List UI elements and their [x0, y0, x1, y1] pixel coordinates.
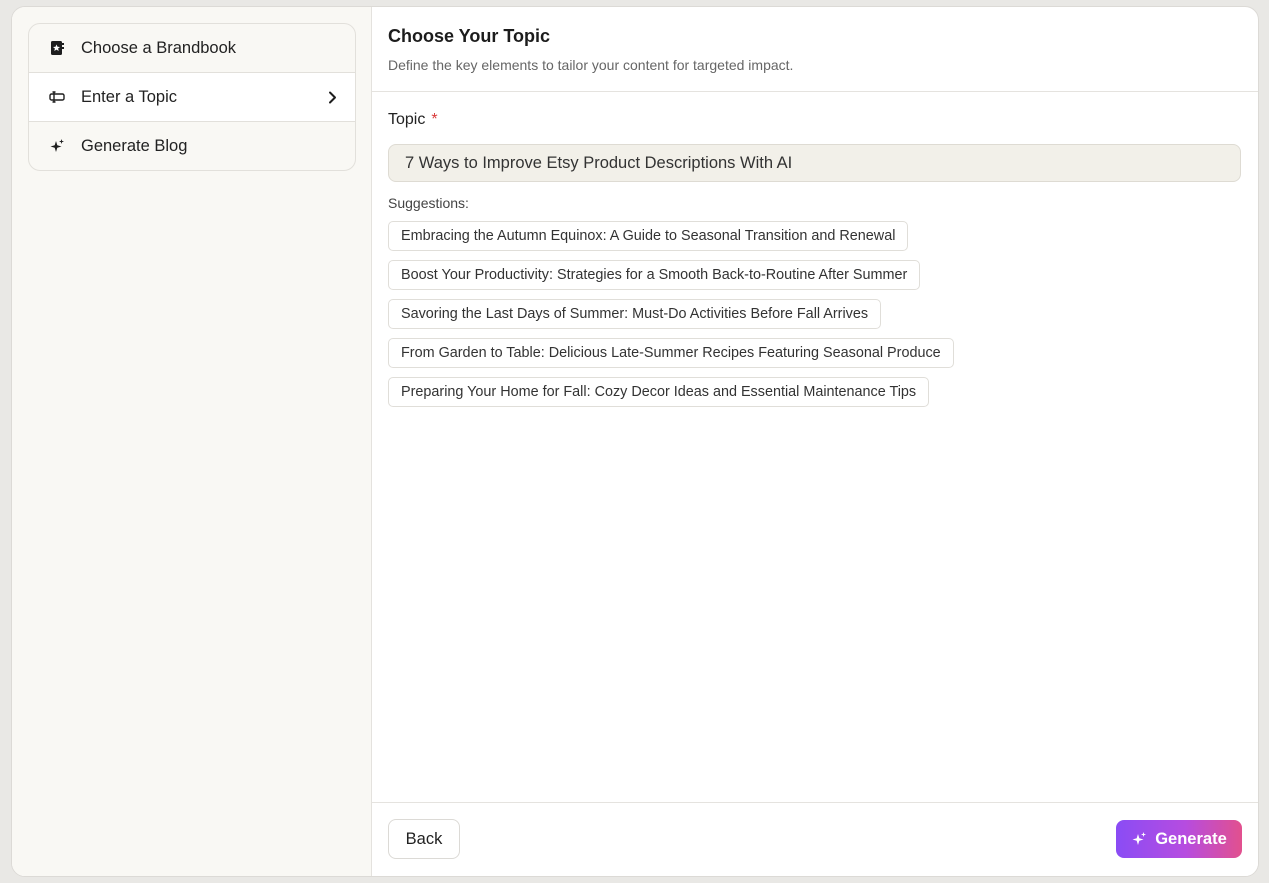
back-button[interactable]: Back	[388, 819, 460, 859]
step-enter-topic[interactable]: Enter a Topic	[29, 72, 355, 121]
panel-header: Choose Your Topic Define the key element…	[372, 7, 1258, 92]
step-label: Choose a Brandbook	[81, 38, 237, 57]
app-window: Choose a Brandbook Enter a Topic Generat…	[11, 6, 1259, 877]
main-panel: Choose Your Topic Define the key element…	[372, 7, 1258, 876]
panel-footer: Back Generate	[372, 802, 1258, 876]
topic-label: Topic *	[388, 111, 438, 129]
suggestion-chip[interactable]: Boost Your Productivity: Strategies for …	[388, 260, 921, 290]
topic-label-text: Topic	[388, 111, 426, 128]
suggestion-chip[interactable]: Savoring the Last Days of Summer: Must-D…	[388, 299, 882, 329]
topic-input[interactable]	[388, 144, 1241, 182]
step-choose-brandbook[interactable]: Choose a Brandbook	[29, 24, 355, 72]
generate-label: Generate	[1155, 829, 1227, 848]
brandbook-icon	[49, 40, 65, 56]
suggestion-list: Embracing the Autumn Equinox: A Guide to…	[388, 221, 954, 416]
page-title: Choose Your Topic	[388, 26, 551, 46]
sparkle-icon	[1131, 831, 1147, 847]
topic-icon	[49, 89, 65, 105]
step-label: Generate Blog	[81, 136, 188, 155]
required-marker: *	[431, 111, 438, 128]
suggestions-label: Suggestions:	[388, 195, 469, 211]
sidebar: Choose a Brandbook Enter a Topic Generat…	[12, 7, 372, 876]
suggestion-chip[interactable]: From Garden to Table: Delicious Late-Sum…	[388, 338, 954, 368]
page-subtitle: Define the key elements to tailor your c…	[388, 57, 794, 73]
generate-button[interactable]: Generate	[1116, 820, 1242, 858]
suggestion-chip[interactable]: Embracing the Autumn Equinox: A Guide to…	[388, 221, 909, 251]
sparkle-icon	[49, 138, 65, 154]
suggestion-chip[interactable]: Preparing Your Home for Fall: Cozy Decor…	[388, 377, 930, 407]
step-generate-blog[interactable]: Generate Blog	[29, 121, 355, 170]
step-label: Enter a Topic	[81, 87, 178, 106]
chevron-right-icon	[325, 90, 339, 104]
step-list: Choose a Brandbook Enter a Topic Generat…	[28, 23, 356, 171]
